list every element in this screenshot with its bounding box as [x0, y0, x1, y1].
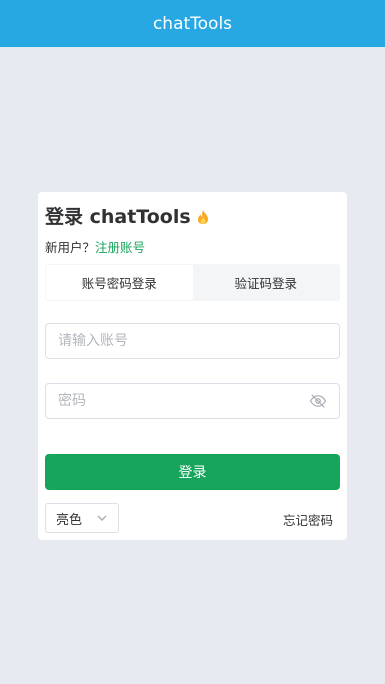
- password-field: [45, 383, 340, 419]
- account-field: [45, 323, 340, 359]
- login-method-tabs: 账号密码登录 验证码登录: [45, 264, 340, 301]
- signup-row: 新用户？注册账号: [45, 237, 145, 256]
- login-title: 登录 chatTools: [45, 206, 191, 228]
- tab-code-login[interactable]: 验证码登录: [193, 265, 340, 300]
- login-button[interactable]: 登录: [45, 454, 340, 490]
- app-header: chatTools: [0, 0, 385, 47]
- signup-prompt: 新用户？: [45, 240, 96, 255]
- signup-link[interactable]: 注册账号: [95, 240, 145, 255]
- login-title-row: 登录 chatTools: [45, 202, 210, 229]
- password-input[interactable]: [58, 384, 309, 418]
- theme-select-value: 亮色: [56, 512, 83, 528]
- forgot-password-link[interactable]: 忘记密码: [283, 510, 333, 529]
- login-card: 登录 chatTools 新用户？注册账号 账号密码登录 验证码登录 登录 亮色: [38, 192, 347, 540]
- eye-off-icon[interactable]: [309, 392, 327, 410]
- app-title: chatTools: [152, 13, 233, 34]
- theme-select[interactable]: 亮色: [45, 503, 119, 533]
- chevron-down-icon: [96, 512, 108, 524]
- tab-password-login[interactable]: 账号密码登录: [46, 265, 193, 300]
- flame-icon: [196, 208, 210, 224]
- account-input[interactable]: [58, 324, 327, 358]
